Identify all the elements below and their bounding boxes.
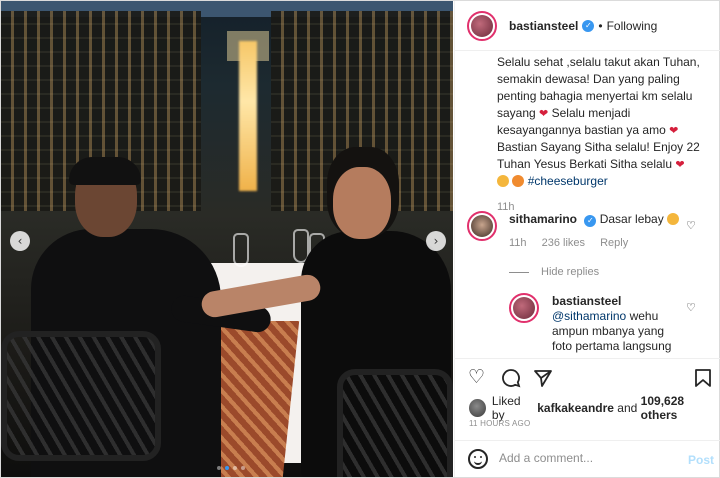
header-username[interactable]: bastiansteel bbox=[509, 19, 578, 33]
divider bbox=[509, 271, 529, 273]
verified-badge-icon: ✓ bbox=[584, 215, 597, 227]
comments-section[interactable]: Selalu sehat ,selalu takut akan Tuhan, s… bbox=[455, 51, 720, 358]
comment: sithamarino ✓ Dasar lebay bbox=[509, 212, 680, 227]
reply-comment: bastiansteel @sithamarino wehu ampun mba… bbox=[552, 294, 682, 354]
chevron-right-icon[interactable]: › bbox=[426, 231, 446, 251]
caption-line: Selalu sehat ,selalu takut akan Tuhan, bbox=[497, 55, 700, 69]
add-comment-bar: Post bbox=[455, 440, 720, 477]
liker-avatar bbox=[469, 399, 486, 417]
photo-lit-stairs bbox=[239, 41, 257, 191]
comment-time: 11h bbox=[509, 237, 527, 249]
caption-line: kesayangannya bastian ya amo ❤ bbox=[497, 123, 679, 137]
reply-text: ampun mbanya yang bbox=[552, 324, 665, 338]
comment-text: Dasar lebay bbox=[599, 212, 664, 226]
hide-replies-button[interactable]: Hide replies bbox=[509, 266, 599, 278]
post-sidebar: bastiansteel ✓ • Following Selalu sehat … bbox=[454, 1, 720, 477]
reply-username[interactable]: bastiansteel bbox=[552, 294, 621, 308]
post-button[interactable]: Post bbox=[688, 453, 714, 467]
carousel-dot bbox=[225, 466, 229, 470]
comment-input[interactable] bbox=[499, 451, 669, 465]
liker-username[interactable]: kafkakeandre bbox=[537, 401, 614, 415]
sad-emoji-icon bbox=[667, 213, 680, 225]
heart-emoji-icon: ❤ bbox=[669, 124, 679, 137]
action-bar: ♡ bbox=[455, 358, 720, 398]
follow-status[interactable]: Following bbox=[607, 19, 658, 33]
party-emoji-icon bbox=[512, 175, 525, 187]
chevron-left-icon[interactable]: ‹ bbox=[10, 231, 30, 251]
post-photo[interactable]: ‹ › bbox=[1, 1, 453, 477]
carousel-dot bbox=[217, 466, 221, 470]
reply-heart-icon[interactable]: ♡ bbox=[686, 301, 696, 314]
caption-line: Bastian Sayang Sitha selalu! Enjoy 22 bbox=[497, 140, 700, 154]
heart-emoji-icon: ❤ bbox=[539, 107, 549, 120]
hashtag-link[interactable]: #cheeseburger bbox=[528, 174, 608, 188]
caption-line: #cheeseburger bbox=[497, 173, 707, 190]
carousel-dot bbox=[233, 466, 237, 470]
verified-badge-icon: ✓ bbox=[582, 19, 595, 32]
avatar[interactable] bbox=[467, 10, 497, 41]
hide-replies-label: Hide replies bbox=[541, 266, 600, 278]
likes-prefix: Liked by bbox=[491, 394, 521, 422]
caption-line: semakin dewasa! Dan yang paling bbox=[497, 72, 680, 86]
likes-summary[interactable]: Liked by kafkakeandre and 109,628 others bbox=[469, 394, 719, 422]
commenter-avatar[interactable] bbox=[467, 211, 497, 241]
share-icon[interactable] bbox=[533, 368, 553, 392]
post-timestamp: 11 HOURS AGO bbox=[469, 419, 531, 428]
heart-icon[interactable]: ♡ bbox=[468, 368, 485, 387]
photo-chair-right bbox=[337, 369, 453, 477]
post-header: bastiansteel ✓ • Following bbox=[455, 1, 720, 51]
comment-heart-icon[interactable]: ♡ bbox=[686, 219, 696, 232]
comment-icon[interactable] bbox=[501, 368, 521, 392]
heart-emoji-icon: ❤ bbox=[675, 158, 685, 171]
caption-line: Tuhan Yesus Berkati Sitha selalu ❤ bbox=[497, 157, 685, 171]
photo-chair-left bbox=[1, 331, 161, 461]
comment-username[interactable]: sithamarino bbox=[509, 212, 577, 226]
reply-button[interactable]: Reply bbox=[600, 237, 628, 249]
carousel-dot bbox=[241, 466, 245, 470]
reply-text: foto pertama langsung bbox=[552, 339, 672, 353]
caption-line: penting bahagia menyertai km selalu bbox=[497, 89, 693, 103]
photo-wine-glass bbox=[233, 233, 249, 267]
bookmark-icon[interactable] bbox=[694, 368, 712, 392]
comment-likes[interactable]: 236 likes bbox=[542, 237, 585, 249]
caption-line: sayang ❤ Selalu menjadi bbox=[497, 106, 631, 120]
reply-avatar[interactable] bbox=[509, 293, 539, 323]
reply-text: wehu bbox=[629, 309, 659, 323]
likes-count[interactable]: 109,628 others bbox=[641, 394, 719, 422]
likes-middle: and bbox=[617, 401, 638, 415]
smiling-emoji-icon bbox=[497, 175, 509, 187]
carousel-indicator bbox=[217, 466, 245, 470]
reply-mention[interactable]: @sithamarino bbox=[552, 309, 626, 323]
post-caption: Selalu sehat ,selalu takut akan Tuhan, s… bbox=[497, 54, 707, 216]
header-separator: • bbox=[598, 18, 603, 33]
comment-meta: 11h 236 likes Reply bbox=[509, 237, 628, 249]
emoji-picker-icon[interactable] bbox=[468, 449, 488, 469]
